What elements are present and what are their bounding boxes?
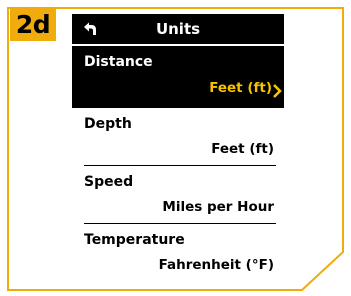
- setting-value: Feet (ft): [211, 141, 274, 157]
- setting-label: Speed: [84, 174, 134, 190]
- units-screen: Units Distance Feet (ft) Depth Feet (ft)…: [72, 14, 284, 280]
- divider: [84, 165, 276, 166]
- setting-value: Miles per Hour: [162, 199, 274, 215]
- title-bar: Units: [72, 14, 284, 44]
- screen-title: Units: [155, 20, 201, 38]
- setting-row-depth[interactable]: Depth Feet (ft): [72, 110, 284, 168]
- step-badge: 2d: [10, 9, 56, 41]
- setting-label: Temperature: [84, 232, 185, 248]
- setting-label: Distance: [84, 54, 153, 70]
- chevron-right-icon: [273, 84, 282, 98]
- setting-value: Fahrenheit (°F): [158, 257, 274, 273]
- setting-row-distance[interactable]: Distance Feet (ft): [72, 46, 284, 108]
- setting-row-speed[interactable]: Speed Miles per Hour: [72, 168, 284, 226]
- divider: [84, 223, 276, 224]
- setting-label: Depth: [84, 116, 132, 132]
- setting-row-temperature[interactable]: Temperature Fahrenheit (°F): [72, 226, 284, 280]
- setting-value: Feet (ft): [209, 80, 272, 96]
